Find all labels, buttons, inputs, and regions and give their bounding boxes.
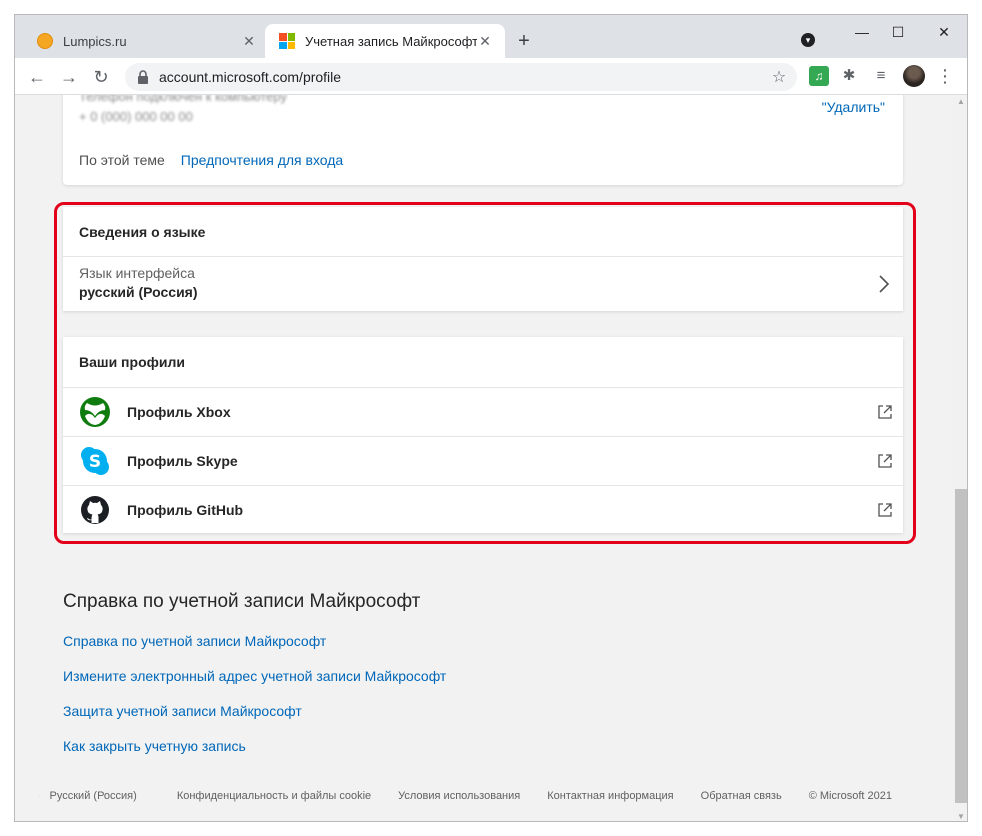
back-button[interactable]: ← <box>25 65 49 89</box>
footer-privacy-link[interactable]: Конфиденциальность и файлы cookie <box>177 790 371 802</box>
close-tab-icon[interactable]: ✕ <box>477 33 493 49</box>
profile-name: Профиль Skype <box>127 453 238 469</box>
external-link-icon[interactable] <box>877 453 893 469</box>
github-icon <box>81 496 109 524</box>
bookmark-star-icon[interactable]: ☆ <box>767 67 791 87</box>
help-link[interactable]: Защита учетной записи Майкрософт <box>63 703 446 738</box>
minimize-button[interactable]: — <box>851 21 873 43</box>
blurred-phone-number: + 0 (000) 000 00 00 <box>79 109 193 124</box>
globe-icon[interactable] <box>39 786 40 806</box>
tab-microsoft-account[interactable]: Учетная запись Майкрософт | Y ✕ <box>265 24 505 58</box>
topic-label: По этой теме <box>79 152 165 168</box>
help-title: Справка по учетной записи Майкрософт <box>63 591 421 612</box>
footer-language[interactable]: Русский (Россия) <box>50 790 137 802</box>
tab-bar: Lumpics.ru ✕ Учетная запись Майкрософт |… <box>15 15 967 58</box>
scroll-up-icon[interactable]: ▲ <box>957 97 965 106</box>
topic-row: По этой теме Предпочтения для входа <box>79 152 343 168</box>
footer-terms-link[interactable]: Условия использования <box>398 790 520 802</box>
remove-link[interactable]: "Удалить" <box>822 99 885 115</box>
profile-row-skype[interactable]: S Профиль Skype <box>63 436 903 485</box>
page-scrollbar[interactable]: ▲ ▼ <box>953 95 967 821</box>
close-tab-icon[interactable]: ✕ <box>241 33 257 49</box>
language-heading: Сведения о языке <box>63 207 903 257</box>
help-link[interactable]: Измените электронный адрес учетной запис… <box>63 668 446 703</box>
address-bar[interactable]: account.microsoft.com/profile ☆ <box>125 63 797 91</box>
external-link-icon[interactable] <box>877 404 893 420</box>
profile-avatar[interactable] <box>903 65 925 87</box>
forward-button[interactable]: → <box>57 65 81 89</box>
close-window-button[interactable]: ✕ <box>933 21 955 43</box>
page-footer: Русский (Россия) Конфиденциальность и фа… <box>39 781 919 811</box>
media-control-icon[interactable]: ≡ <box>871 66 891 86</box>
external-link-icon[interactable] <box>877 502 893 518</box>
blurred-phone-label: Телефон подключен к компьютеру <box>79 95 287 104</box>
help-link[interactable]: Справка по учетной записи Майкрософт <box>63 633 446 668</box>
tab-title: Lumpics.ru <box>63 33 127 49</box>
tab-search-icon[interactable]: ▾ <box>801 33 815 47</box>
help-section: Справка по учетной записи Майкрософт Спр… <box>63 591 446 773</box>
phone-card: Телефон подключен к компьютеру + 0 (000)… <box>63 95 903 185</box>
xbox-icon <box>80 397 110 427</box>
help-link[interactable]: Как закрыть учетную запись <box>63 738 446 773</box>
chevron-right-icon <box>879 275 890 293</box>
url-text[interactable]: account.microsoft.com/profile <box>159 69 767 85</box>
page-content: Телефон подключен к компьютеру + 0 (000)… <box>15 95 953 821</box>
browser-window: Lumpics.ru ✕ Учетная запись Майкрософт |… <box>14 14 968 822</box>
sign-in-preferences-link[interactable]: Предпочтения для входа <box>181 152 343 168</box>
profiles-card: Ваши профили Профиль Xbox S Профиль Skyp… <box>63 337 903 533</box>
music-extension-icon[interactable]: ♫ <box>809 66 829 86</box>
profiles-heading: Ваши профили <box>79 354 185 370</box>
display-language-row[interactable]: Язык интерфейса русский (Россия) <box>63 257 903 311</box>
menu-kebab-icon[interactable]: ⋮ <box>935 66 955 86</box>
skype-icon: S <box>81 447 109 475</box>
footer-feedback-link[interactable]: Обратная связь <box>701 790 782 802</box>
profile-row-github[interactable]: Профиль GitHub <box>63 485 903 534</box>
reload-button[interactable]: ↻ <box>89 65 113 89</box>
scroll-down-icon[interactable]: ▼ <box>957 812 965 821</box>
display-language-label: Язык интерфейса <box>79 265 195 281</box>
maximize-button[interactable]: ☐ <box>887 21 909 43</box>
footer-copyright: © Microsoft 2021 <box>808 790 892 802</box>
language-card: Сведения о языке Язык интерфейса русский… <box>63 207 903 311</box>
scrollbar-thumb[interactable] <box>955 489 967 803</box>
profile-row-xbox[interactable]: Профиль Xbox <box>63 387 903 436</box>
lock-icon[interactable] <box>137 70 149 84</box>
tab-lumpics[interactable]: Lumpics.ru ✕ <box>23 24 269 58</box>
extensions-puzzle-icon[interactable]: ✱ <box>839 66 859 86</box>
profile-name: Профиль GitHub <box>127 502 244 518</box>
browser-toolbar: ← → ↻ account.microsoft.com/profile ☆ ♫ … <box>15 58 967 95</box>
profile-name: Профиль Xbox <box>127 404 231 420</box>
microsoft-favicon-icon <box>279 33 295 49</box>
svg-text:S: S <box>89 452 101 472</box>
display-language-value: русский (Россия) <box>79 284 198 300</box>
tab-title: Учетная запись Майкрософт | Y <box>305 33 477 49</box>
footer-contact-link[interactable]: Контактная информация <box>547 790 673 802</box>
new-tab-button[interactable]: + <box>513 30 535 52</box>
orange-circle-favicon-icon <box>37 33 53 49</box>
